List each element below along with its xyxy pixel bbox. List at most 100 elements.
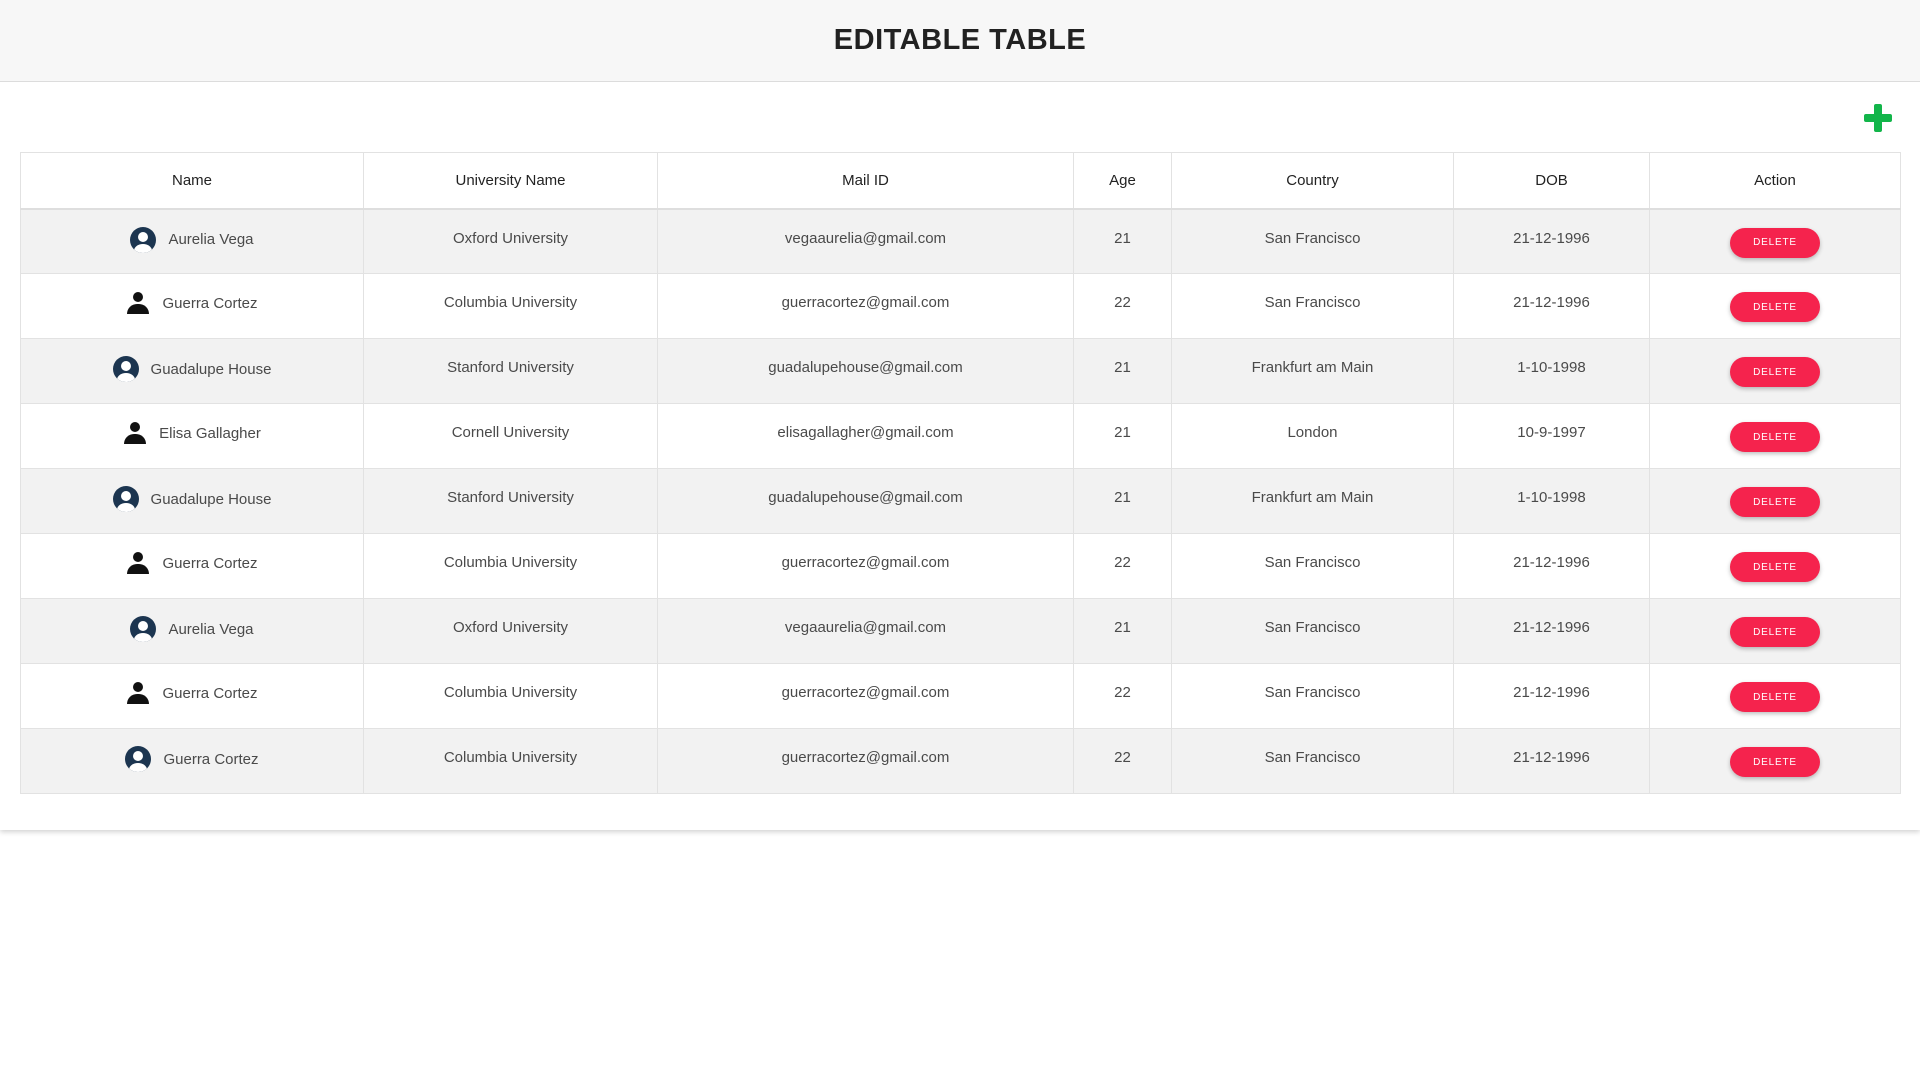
user-avatar-circle-icon <box>130 616 157 642</box>
table-body: Aurelia Vega Oxford University vegaaurelia… <box>20 208 1901 794</box>
name-with-avatar: Guerra Cortez <box>125 746 259 772</box>
add-row-plus-icon[interactable] <box>1862 102 1894 134</box>
cell-country[interactable]: San Francisco <box>1171 663 1454 729</box>
cell-name-text: Elisa Gallagher <box>159 424 261 442</box>
cell-age[interactable]: 21 <box>1073 338 1172 404</box>
cell-mail[interactable]: guerracortez@gmail.com <box>657 533 1074 599</box>
cell-university[interactable]: Oxford University <box>363 208 658 274</box>
cell-action: DELETE <box>1649 598 1901 664</box>
cell-university[interactable]: Columbia University <box>363 273 658 339</box>
cell-dob[interactable]: 21-12-1996 <box>1453 208 1650 274</box>
cell-mail[interactable]: guerracortez@gmail.com <box>657 728 1074 794</box>
cell-country[interactable]: San Francisco <box>1171 273 1454 339</box>
delete-button[interactable]: DELETE <box>1730 357 1820 387</box>
cell-name[interactable]: Guerra Cortez <box>20 663 364 729</box>
cell-dob[interactable]: 21-12-1996 <box>1453 273 1650 339</box>
cell-dob[interactable]: 10-9-1997 <box>1453 403 1650 469</box>
delete-button[interactable]: DELETE <box>1730 422 1820 452</box>
cell-university[interactable]: Columbia University <box>363 533 658 599</box>
user-avatar-circle-icon <box>125 746 152 772</box>
cell-action: DELETE <box>1649 533 1901 599</box>
table-row: Elisa Gallagher Cornell University elisaga… <box>20 403 1901 469</box>
cell-age[interactable]: 21 <box>1073 468 1172 534</box>
cell-age[interactable]: 21 <box>1073 598 1172 664</box>
cell-country[interactable]: London <box>1171 403 1454 469</box>
cell-country[interactable]: San Francisco <box>1171 728 1454 794</box>
cell-mail[interactable]: guerracortez@gmail.com <box>657 273 1074 339</box>
cell-mail[interactable]: vegaaurelia@gmail.com <box>657 598 1074 664</box>
cell-dob[interactable]: 1-10-1998 <box>1453 468 1650 534</box>
table-row: Aurelia Vega Oxford University vegaaurelia… <box>20 208 1901 274</box>
cell-age[interactable]: 22 <box>1073 273 1172 339</box>
cell-name[interactable]: Elisa Gallagher <box>20 403 364 469</box>
cell-name[interactable]: Guerra Cortez <box>20 273 364 339</box>
cell-age[interactable]: 22 <box>1073 728 1172 794</box>
cell-name[interactable]: Guadalupe House <box>20 468 364 534</box>
column-header-university: University Name <box>363 152 658 210</box>
table-row: Guerra Cortez Columbia University guerraco… <box>20 273 1901 339</box>
cell-action: DELETE <box>1649 468 1901 534</box>
cell-name-text: Guerra Cortez <box>162 294 258 312</box>
delete-button[interactable]: DELETE <box>1730 682 1820 712</box>
cell-university[interactable]: Stanford University <box>363 338 658 404</box>
cell-mail[interactable]: guadalupehouse@gmail.com <box>657 468 1074 534</box>
delete-button[interactable]: DELETE <box>1730 617 1820 647</box>
cell-university[interactable]: Oxford University <box>363 598 658 664</box>
column-header-action: Action <box>1649 152 1901 210</box>
table-row: Guadalupe House Stanford University guadal… <box>20 338 1901 404</box>
cell-university[interactable]: Columbia University <box>363 728 658 794</box>
delete-button[interactable]: DELETE <box>1730 292 1820 322</box>
table-header-row: Name University Name Mail ID Age Country… <box>20 152 1901 210</box>
delete-button[interactable]: DELETE <box>1730 747 1820 777</box>
cell-dob[interactable]: 21-12-1996 <box>1453 728 1650 794</box>
cell-mail[interactable]: vegaaurelia@gmail.com <box>657 208 1074 274</box>
delete-button[interactable]: DELETE <box>1730 487 1820 517</box>
cell-country[interactable]: San Francisco <box>1171 208 1454 274</box>
page-title: EDITABLE TABLE <box>833 24 1087 56</box>
cell-name[interactable]: Guerra Cortez <box>20 533 364 599</box>
cell-age[interactable]: 21 <box>1073 208 1172 274</box>
cell-dob[interactable]: 21-12-1996 <box>1453 533 1650 599</box>
cell-name[interactable]: Aurelia Vega <box>20 208 364 274</box>
cell-mail[interactable]: guadalupehouse@gmail.com <box>657 338 1074 404</box>
page-header: EDITABLE TABLE <box>0 0 1920 82</box>
table-row: Guerra Cortez Columbia University guerraco… <box>20 663 1901 729</box>
name-with-avatar: Guerra Cortez <box>126 681 258 705</box>
delete-button[interactable]: DELETE <box>1730 227 1820 258</box>
cell-name-text: Aurelia Vega <box>168 231 254 248</box>
name-with-avatar: Aurelia Vega <box>130 226 254 253</box>
cell-name[interactable]: Guerra Cortez <box>20 728 364 794</box>
name-with-avatar: Elisa Gallagher <box>123 421 261 445</box>
name-with-avatar: Guadalupe House <box>112 356 272 382</box>
cell-university[interactable]: Stanford University <box>363 468 658 534</box>
user-person-icon <box>126 291 150 315</box>
cell-dob[interactable]: 21-12-1996 <box>1453 663 1650 729</box>
cell-country[interactable]: San Francisco <box>1171 598 1454 664</box>
cell-university[interactable]: Cornell University <box>363 403 658 469</box>
user-person-icon <box>126 681 150 705</box>
cell-mail[interactable]: elisagallagher@gmail.com <box>657 403 1074 469</box>
cell-dob[interactable]: 21-12-1996 <box>1453 598 1650 664</box>
cell-age[interactable]: 21 <box>1073 403 1172 469</box>
user-avatar-circle-icon <box>130 226 157 253</box>
cell-mail[interactable]: guerracortez@gmail.com <box>657 663 1074 729</box>
cell-name-text: Guadalupe House <box>150 490 272 508</box>
cell-name-text: Guerra Cortez <box>162 554 258 572</box>
cell-country[interactable]: San Francisco <box>1171 533 1454 599</box>
user-avatar-circle-icon <box>112 486 139 512</box>
cell-age[interactable]: 22 <box>1073 663 1172 729</box>
column-header-mail: Mail ID <box>657 152 1074 210</box>
cell-dob[interactable]: 1-10-1998 <box>1453 338 1650 404</box>
cell-age[interactable]: 22 <box>1073 533 1172 599</box>
cell-name-text: Guadalupe House <box>150 360 272 378</box>
cell-country[interactable]: Frankfurt am Main <box>1171 338 1454 404</box>
cell-name[interactable]: Guadalupe House <box>20 338 364 404</box>
cell-action: DELETE <box>1649 403 1901 469</box>
cell-country[interactable]: Frankfurt am Main <box>1171 468 1454 534</box>
cell-university[interactable]: Columbia University <box>363 663 658 729</box>
cell-name[interactable]: Aurelia Vega <box>20 598 364 664</box>
column-header-dob: DOB <box>1453 152 1650 210</box>
column-header-name: Name <box>20 152 364 210</box>
delete-button[interactable]: DELETE <box>1730 552 1820 582</box>
table-row: Guerra Cortez Columbia University guerraco… <box>20 533 1901 599</box>
